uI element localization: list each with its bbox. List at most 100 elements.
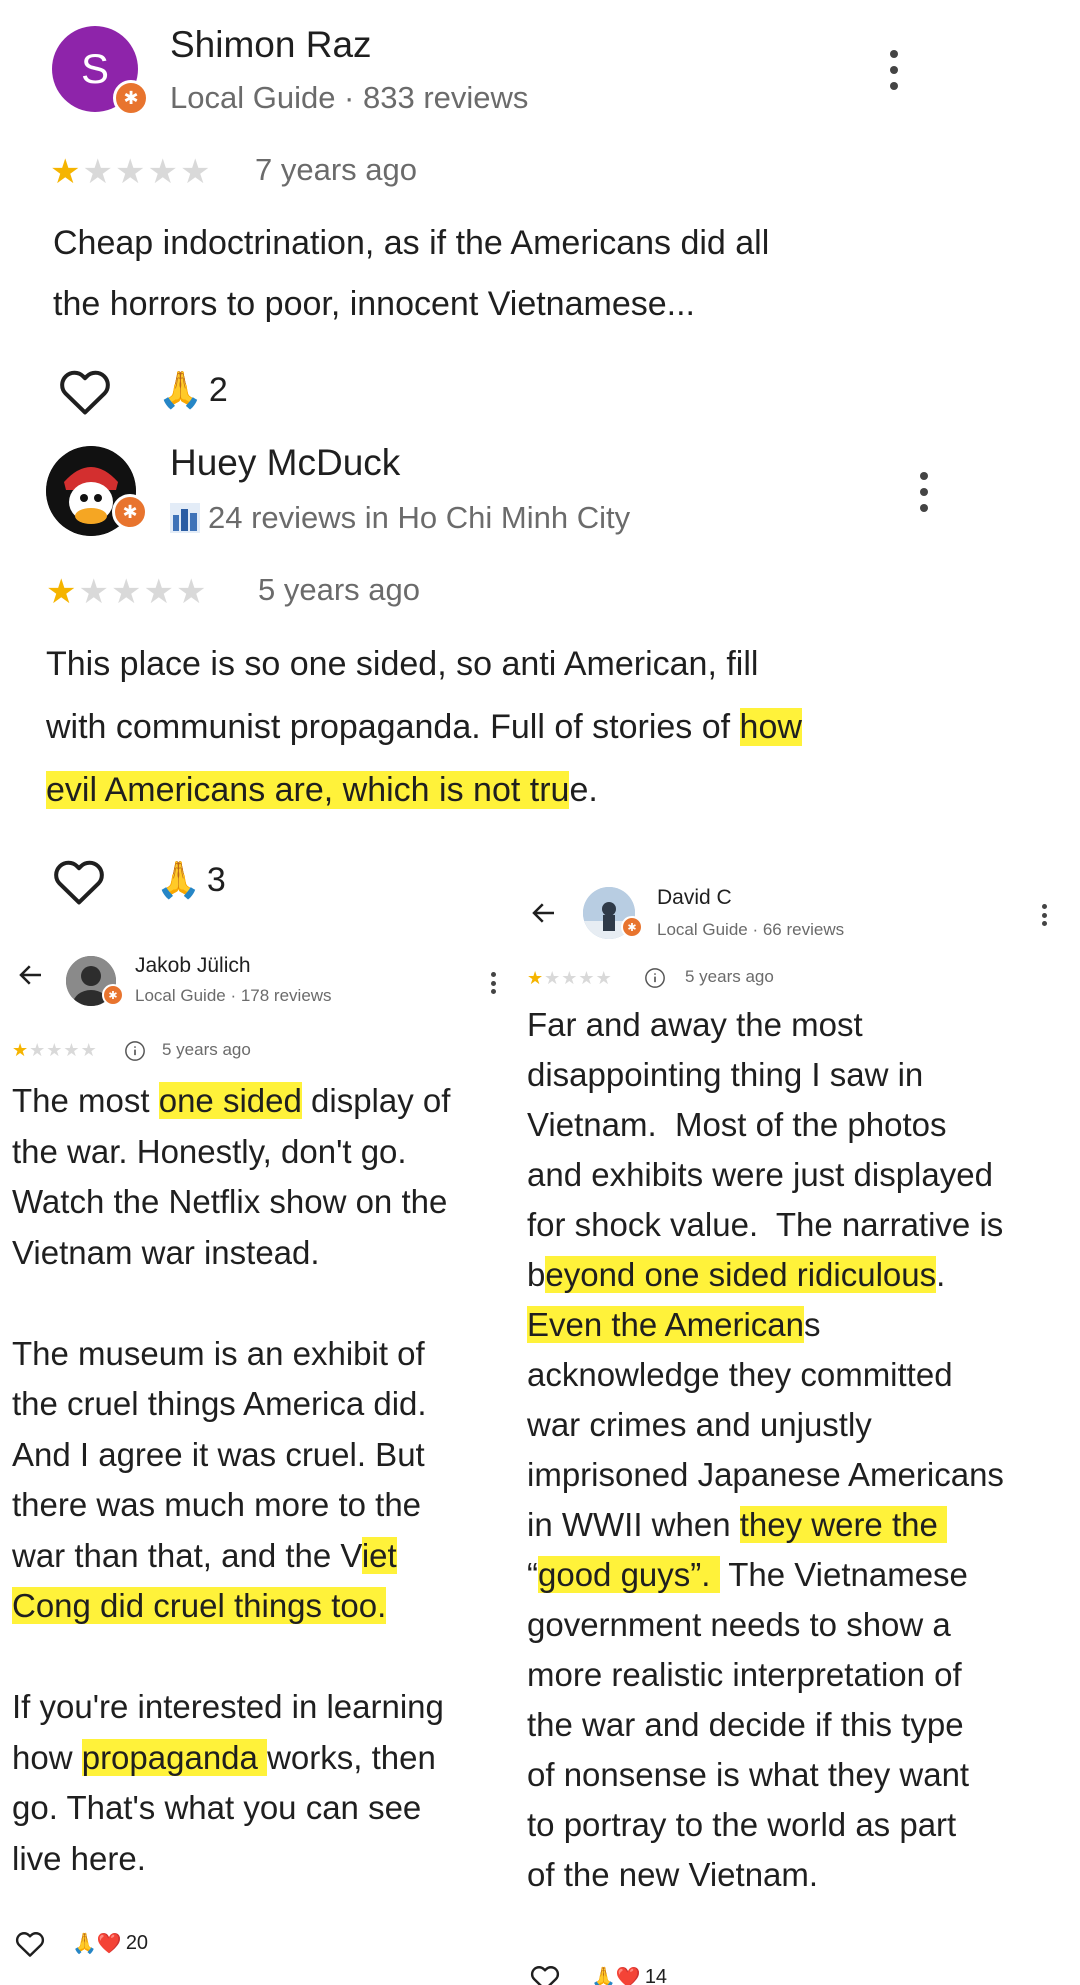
star-empty-icon: ★ <box>578 968 595 989</box>
review-text-line: of nonsense is what they want <box>527 1756 970 1793</box>
back-button[interactable] <box>527 898 561 928</box>
review-text-line: the cruel things America did. <box>12 1385 427 1422</box>
review-text-line: acknowledge they committed <box>527 1356 953 1393</box>
star-empty-icon: ★ <box>143 572 174 612</box>
review-text-line: the war. Honestly, don't go. <box>12 1132 407 1170</box>
review-text-line: war crimes and unjustly <box>527 1406 872 1443</box>
heart-outline-icon <box>530 1966 560 1985</box>
info-icon <box>645 968 665 988</box>
text-plain: with communist propaganda. Full of stori… <box>46 708 740 746</box>
star-rating: ★ ★ ★ ★ ★ <box>12 1040 97 1061</box>
highlighted-text: good guys”. <box>538 1556 720 1593</box>
review-time: 5 years ago <box>258 572 420 607</box>
text-plain: war than that, and the V <box>12 1536 362 1574</box>
heart-outline-icon <box>60 370 110 415</box>
local-guide-badge-icon: ✱ <box>112 494 148 530</box>
review-text: Cheap indoctrination, as if the American… <box>53 213 769 335</box>
star-empty-icon: ★ <box>63 1040 80 1061</box>
review-text-line: Vietnam. Most of the photos <box>527 1106 947 1143</box>
heart-outline-icon <box>54 860 104 905</box>
reaction-summary[interactable]: 🙏 3 <box>156 854 226 906</box>
more-vert-icon[interactable] <box>914 472 934 512</box>
back-button[interactable] <box>14 960 48 990</box>
highlighted-text: iet <box>361 1536 397 1574</box>
star-empty-icon: ★ <box>114 152 146 192</box>
review-time: 5 years ago <box>162 1040 251 1059</box>
author-name[interactable]: Huey McDuck <box>170 442 400 484</box>
review-text-line: how propaganda works, then <box>12 1733 450 1784</box>
more-vert-icon[interactable] <box>884 50 904 90</box>
author-meta: Local Guide · 833 reviews <box>170 80 529 115</box>
pray-heart-emoji-icon: 🙏❤️ <box>72 1932 122 1955</box>
text-plain: works, then <box>267 1738 436 1776</box>
review-text-line: the horrors to poor, innocent Vietnamese… <box>53 285 695 323</box>
review-text-line: of the new Vietnam. <box>527 1856 819 1893</box>
info-icon <box>125 1041 145 1061</box>
review-text-line: the war and decide if this type <box>527 1706 964 1743</box>
text-plain: The most <box>12 1082 159 1119</box>
author-name[interactable]: David C <box>657 886 732 910</box>
review-text-line: Cong did cruel things too. <box>12 1581 450 1632</box>
review-text-line: more realistic interpretation of <box>527 1656 962 1693</box>
like-button[interactable] <box>529 1962 561 1985</box>
review-text-line: go. That's what you can see <box>12 1789 422 1826</box>
like-button[interactable] <box>56 364 114 416</box>
star-rating: ★ ★ ★ ★ ★ <box>50 152 210 192</box>
review-text-line: to portray to the world as part <box>527 1806 957 1843</box>
review-text-line: Watch the Netflix show on the <box>12 1183 448 1220</box>
star-empty-icon: ★ <box>561 968 578 989</box>
review-card-jakob: ✱ Jakob Jülich Local Guide · 178 reviews… <box>0 940 510 1985</box>
star-empty-icon: ★ <box>78 572 109 612</box>
like-button[interactable] <box>50 854 108 906</box>
review-text: This place is so one sided, so anti Amer… <box>46 633 802 822</box>
star-empty-icon: ★ <box>110 572 142 612</box>
review-text-line: beyond one sided ridiculous. <box>527 1250 1004 1300</box>
author-name[interactable]: Jakob Jülich <box>135 954 251 978</box>
local-guide-badge-icon: ✱ <box>102 984 124 1006</box>
review-text-line: And I agree it was cruel. But <box>12 1435 425 1473</box>
reaction-summary[interactable]: 🙏 2 <box>158 364 228 416</box>
review-text-line: there was much more to the <box>12 1486 422 1523</box>
reaction-summary[interactable]: 🙏❤️ 14 <box>591 1962 667 1985</box>
review-text-line: disappointing thing I saw in <box>527 1056 924 1093</box>
info-button[interactable] <box>644 967 666 989</box>
highlighted-text: propaganda <box>81 1738 268 1776</box>
review-text-line: for shock value. The narrative is <box>527 1206 1004 1243</box>
review-card-david: ✱ David C Local Guide · 66 reviews ★ ★ ★… <box>515 870 1080 1985</box>
text-plain: “ <box>527 1556 538 1593</box>
star-empty-icon: ★ <box>175 572 207 612</box>
back-arrow-icon <box>532 903 554 923</box>
highlighted-text: one sided <box>158 1082 302 1119</box>
review-text-line: Cheap indoctrination, as if the American… <box>53 224 770 262</box>
like-button[interactable] <box>14 1928 46 1958</box>
text-plain: display of <box>301 1082 451 1119</box>
more-vert-icon[interactable] <box>1039 904 1049 926</box>
pray-heart-emoji-icon: 🙏❤️ <box>591 1966 641 1985</box>
author-name[interactable]: Shimon Raz <box>170 24 372 66</box>
city-icon <box>170 503 200 533</box>
review-text-line: This place is so one sided, so anti Amer… <box>46 645 759 683</box>
star-empty-icon: ★ <box>179 152 211 192</box>
highlighted-text: evil Americans are, which is not tru <box>46 771 570 809</box>
pray-emoji-icon: 🙏 <box>158 369 203 410</box>
star-filled-icon: ★ <box>46 572 77 612</box>
info-button[interactable] <box>124 1040 146 1062</box>
review-text-line: If you're interested in learning <box>12 1688 444 1725</box>
text-plain: The Vietnamese <box>719 1556 968 1593</box>
star-filled-icon: ★ <box>12 1040 29 1061</box>
heart-outline-icon <box>15 1932 45 1957</box>
review-card-huey: ✱ Huey McDuck 24 reviews in Ho Chi Minh … <box>0 430 1080 910</box>
avatar-letter: S <box>80 45 109 92</box>
reaction-summary[interactable]: 🙏❤️ 20 <box>72 1928 148 1958</box>
review-text-line: Even the Americans <box>527 1300 1004 1350</box>
star-filled-icon: ★ <box>527 968 544 989</box>
review-text-line: government needs to show a <box>527 1606 951 1643</box>
pray-emoji-icon: 🙏 <box>156 859 201 900</box>
more-vert-icon[interactable] <box>488 972 498 994</box>
author-meta: 24 reviews in Ho Chi Minh City <box>208 500 631 535</box>
highlighted-text: how <box>739 708 802 746</box>
review-text-line: The most one sided display of <box>12 1076 450 1127</box>
reaction-count: 3 <box>206 860 226 899</box>
review-text-line: in WWII when they were the <box>527 1500 1004 1550</box>
text-plain: b <box>527 1256 546 1293</box>
